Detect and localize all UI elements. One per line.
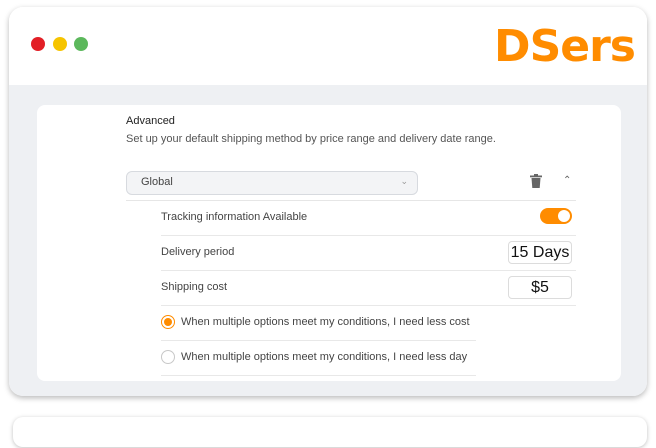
section-title: Advanced: [126, 115, 175, 127]
toggle-knob: [558, 210, 570, 222]
close-dot[interactable]: [31, 37, 45, 51]
bottom-panel: [13, 417, 647, 447]
shipping-cost-label: Shipping cost: [161, 281, 228, 293]
chevron-up-icon[interactable]: ⌃: [563, 175, 571, 186]
radio-less-day[interactable]: [161, 350, 175, 364]
advanced-settings-card: Advanced Set up your default shipping me…: [37, 105, 621, 381]
trash-icon[interactable]: [530, 174, 542, 188]
app-window: DSers Advanced Set up your default shipp…: [9, 7, 647, 396]
shipping-cost-value[interactable]: $5: [508, 276, 572, 299]
shipping-cost-row: Shipping cost $5: [161, 271, 576, 306]
option-less-cost-label: When multiple options meet my conditions…: [181, 316, 470, 328]
option-less-cost[interactable]: When multiple options meet my conditions…: [161, 306, 476, 341]
title-bar: DSers: [9, 7, 647, 85]
option-less-day[interactable]: When multiple options meet my conditions…: [161, 341, 476, 376]
brand-logo: DSers: [494, 21, 636, 72]
delivery-period-value[interactable]: 15 Days: [508, 241, 572, 264]
tracking-toggle[interactable]: [540, 208, 572, 224]
chevron-down-icon: ⌄: [400, 176, 408, 186]
maximize-dot[interactable]: [74, 37, 88, 51]
content-area: Advanced Set up your default shipping me…: [9, 85, 647, 396]
section-description: Set up your default shipping method by p…: [126, 133, 496, 145]
region-select[interactable]: Global ⌄: [126, 171, 418, 195]
tracking-label: Tracking information Available: [161, 211, 308, 223]
radio-less-cost[interactable]: [161, 315, 175, 329]
delivery-period-row: Delivery period 15 Days: [161, 236, 576, 271]
tracking-row: Tracking information Available: [161, 201, 576, 236]
option-less-day-label: When multiple options meet my conditions…: [181, 351, 468, 363]
region-select-value: Global: [141, 176, 173, 188]
delivery-period-label: Delivery period: [161, 246, 235, 258]
minimize-dot[interactable]: [53, 37, 67, 51]
